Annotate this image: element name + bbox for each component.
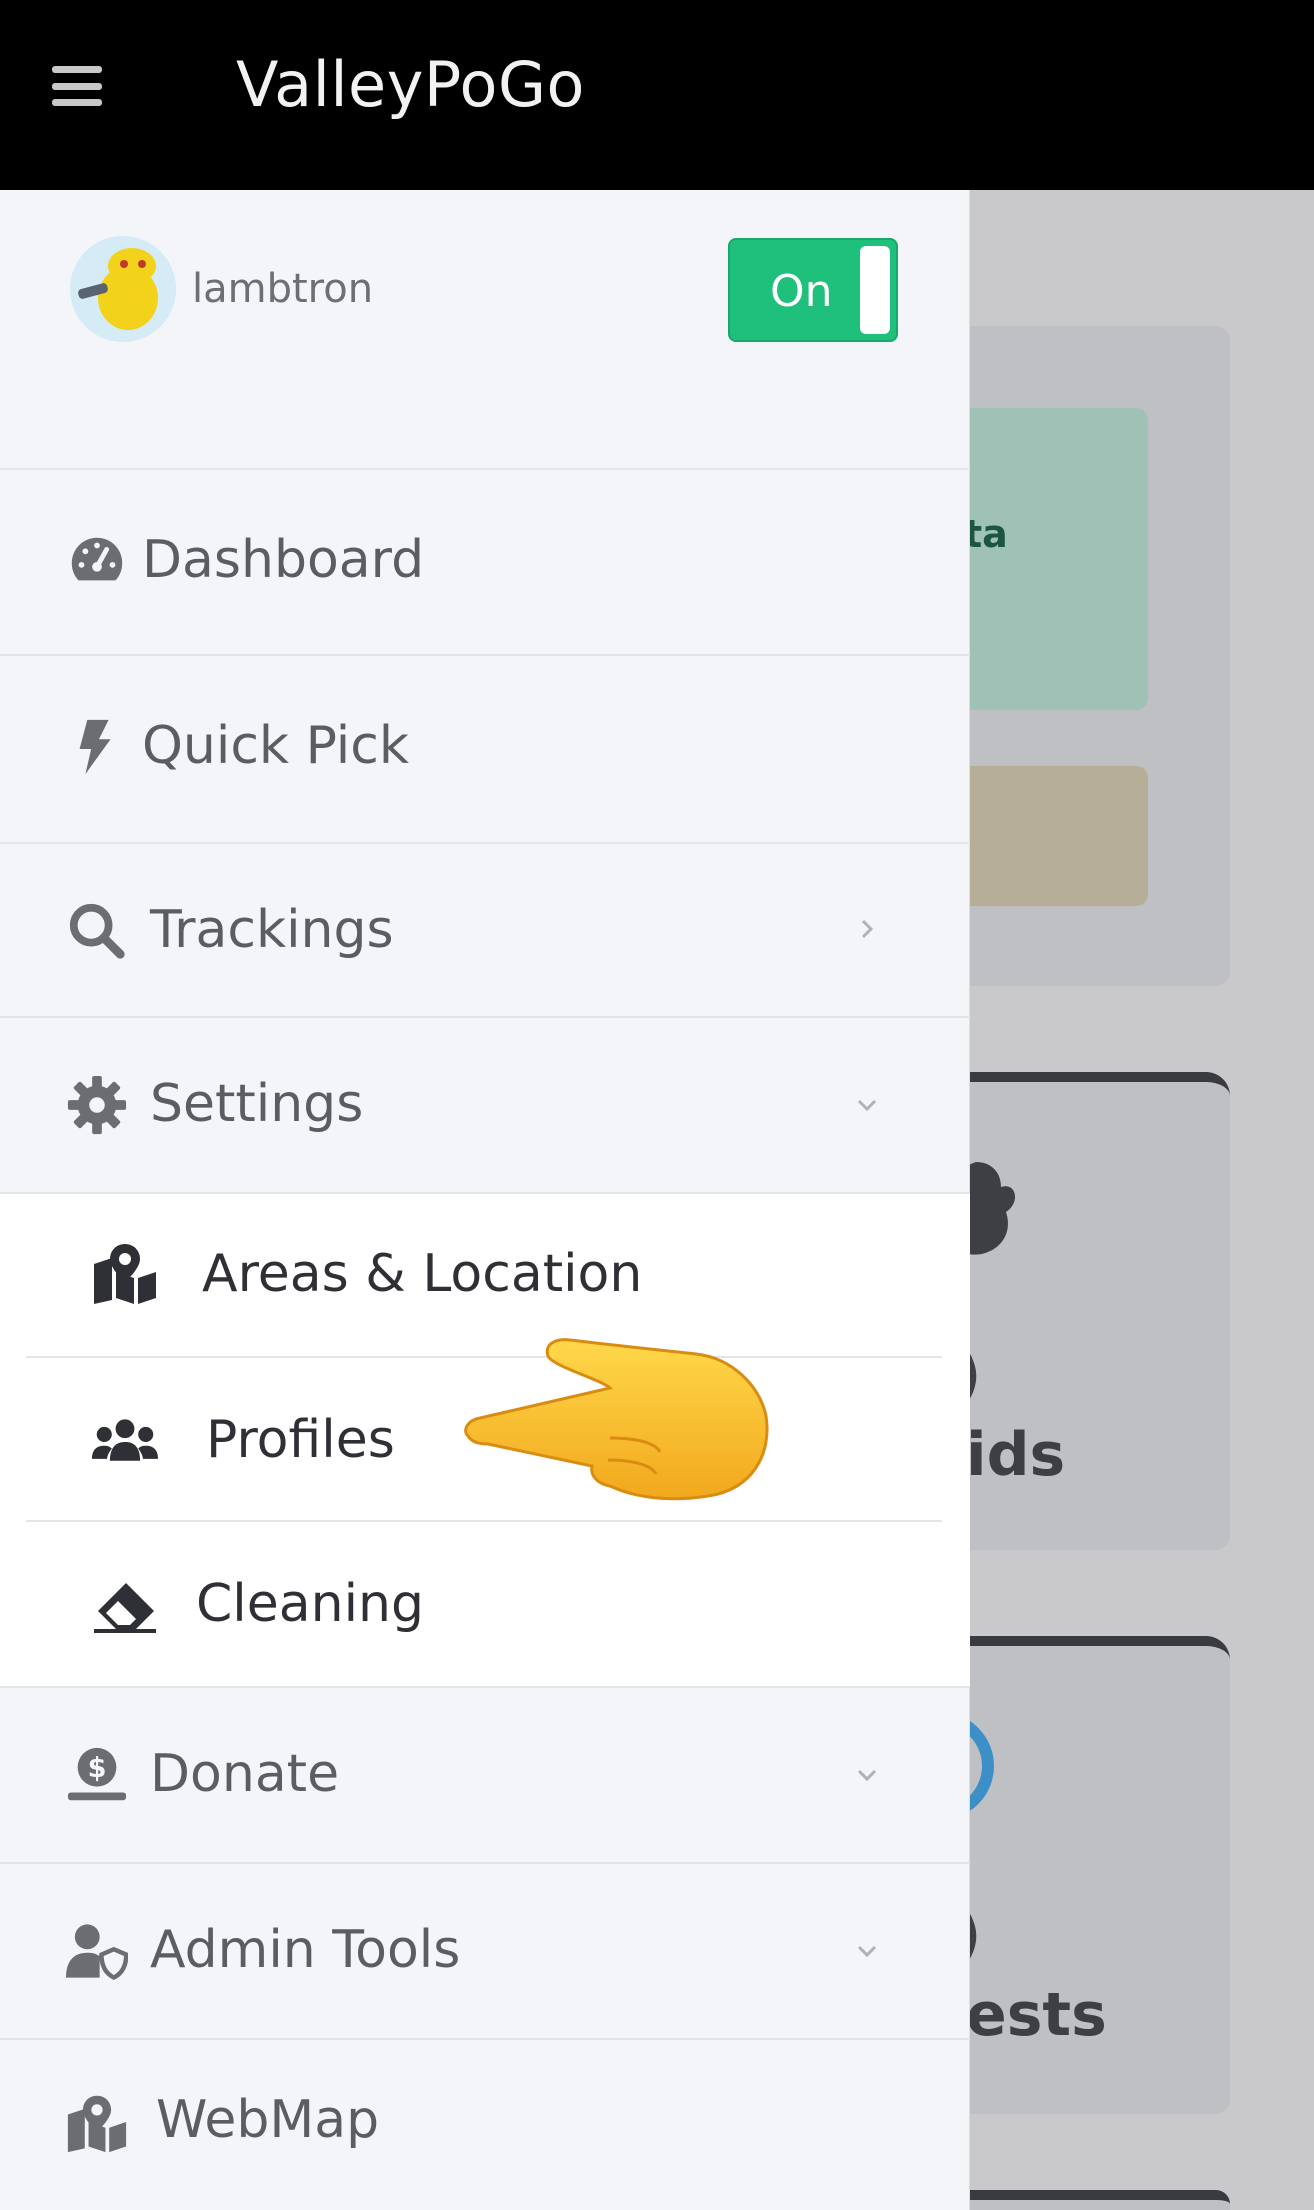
submenu-item-label: Cleaning xyxy=(196,1574,424,1634)
hamburger-menu-icon[interactable] xyxy=(52,66,102,106)
menu-item-label: Dashboard xyxy=(142,530,425,590)
tachometer-icon xyxy=(71,537,123,581)
background-fragment-text: ta xyxy=(964,512,1008,556)
chevron-down-icon xyxy=(857,1769,877,1782)
menu-item-label: WebMap xyxy=(156,2090,380,2150)
svg-text:$: $ xyxy=(88,1753,107,1784)
eraser-icon xyxy=(94,1583,156,1633)
search-icon xyxy=(69,903,125,959)
menu-item-label: Settings xyxy=(150,1074,364,1134)
map-marked-icon xyxy=(94,1244,156,1304)
menu-item-label: Quick Pick xyxy=(142,716,409,776)
username: lambtron xyxy=(192,266,374,312)
user-panel: lambtron On xyxy=(0,190,970,470)
hand-holding-dollar-icon: $ xyxy=(67,1747,127,1801)
submenu-item-label: Profiles xyxy=(206,1410,395,1470)
toggle-knob[interactable] xyxy=(860,246,890,334)
app-title: ValleyPoGo xyxy=(236,48,585,121)
bolt-icon xyxy=(79,719,111,775)
menu-item-settings[interactable]: Settings xyxy=(0,1018,970,1194)
menu-item-dashboard[interactable]: Dashboard xyxy=(0,470,970,656)
pointing-hand-emoji xyxy=(464,1338,769,1501)
menu-item-quick-pick[interactable]: Quick Pick xyxy=(0,656,970,844)
top-bar: ValleyPoGo xyxy=(0,0,1314,190)
background-fragment-text: ests xyxy=(966,1980,1107,2050)
menu-item-admin-tools[interactable]: Admin Tools xyxy=(0,1864,970,2040)
map-marked-icon xyxy=(67,2095,127,2153)
user-shield-icon xyxy=(66,1924,128,1981)
menu-item-label: Trackings xyxy=(150,900,394,960)
menu-item-trackings[interactable]: Trackings xyxy=(0,844,970,1018)
background-fragment-text: ids xyxy=(966,1420,1066,1490)
navigation-drawer: lambtron On Dashboard Quick Pick Trackin… xyxy=(0,190,970,2210)
chevron-down-icon xyxy=(857,1099,877,1112)
status-toggle[interactable]: On xyxy=(728,238,898,342)
chevron-right-icon xyxy=(861,919,874,939)
users-icon xyxy=(92,1419,158,1461)
menu-item-webmap[interactable]: WebMap xyxy=(0,2040,970,2210)
submenu-item-cleaning[interactable]: Cleaning xyxy=(26,1522,942,1686)
menu-item-label: Admin Tools xyxy=(150,1920,461,1980)
chevron-down-icon xyxy=(857,1945,877,1958)
submenu-item-label: Areas & Location xyxy=(202,1244,643,1304)
menu-item-label: Donate xyxy=(150,1744,340,1804)
user-avatar[interactable] xyxy=(70,236,176,342)
gear-icon xyxy=(67,1075,127,1135)
toggle-label: On xyxy=(770,266,833,317)
menu-item-donate[interactable]: $ Donate xyxy=(0,1688,970,1864)
